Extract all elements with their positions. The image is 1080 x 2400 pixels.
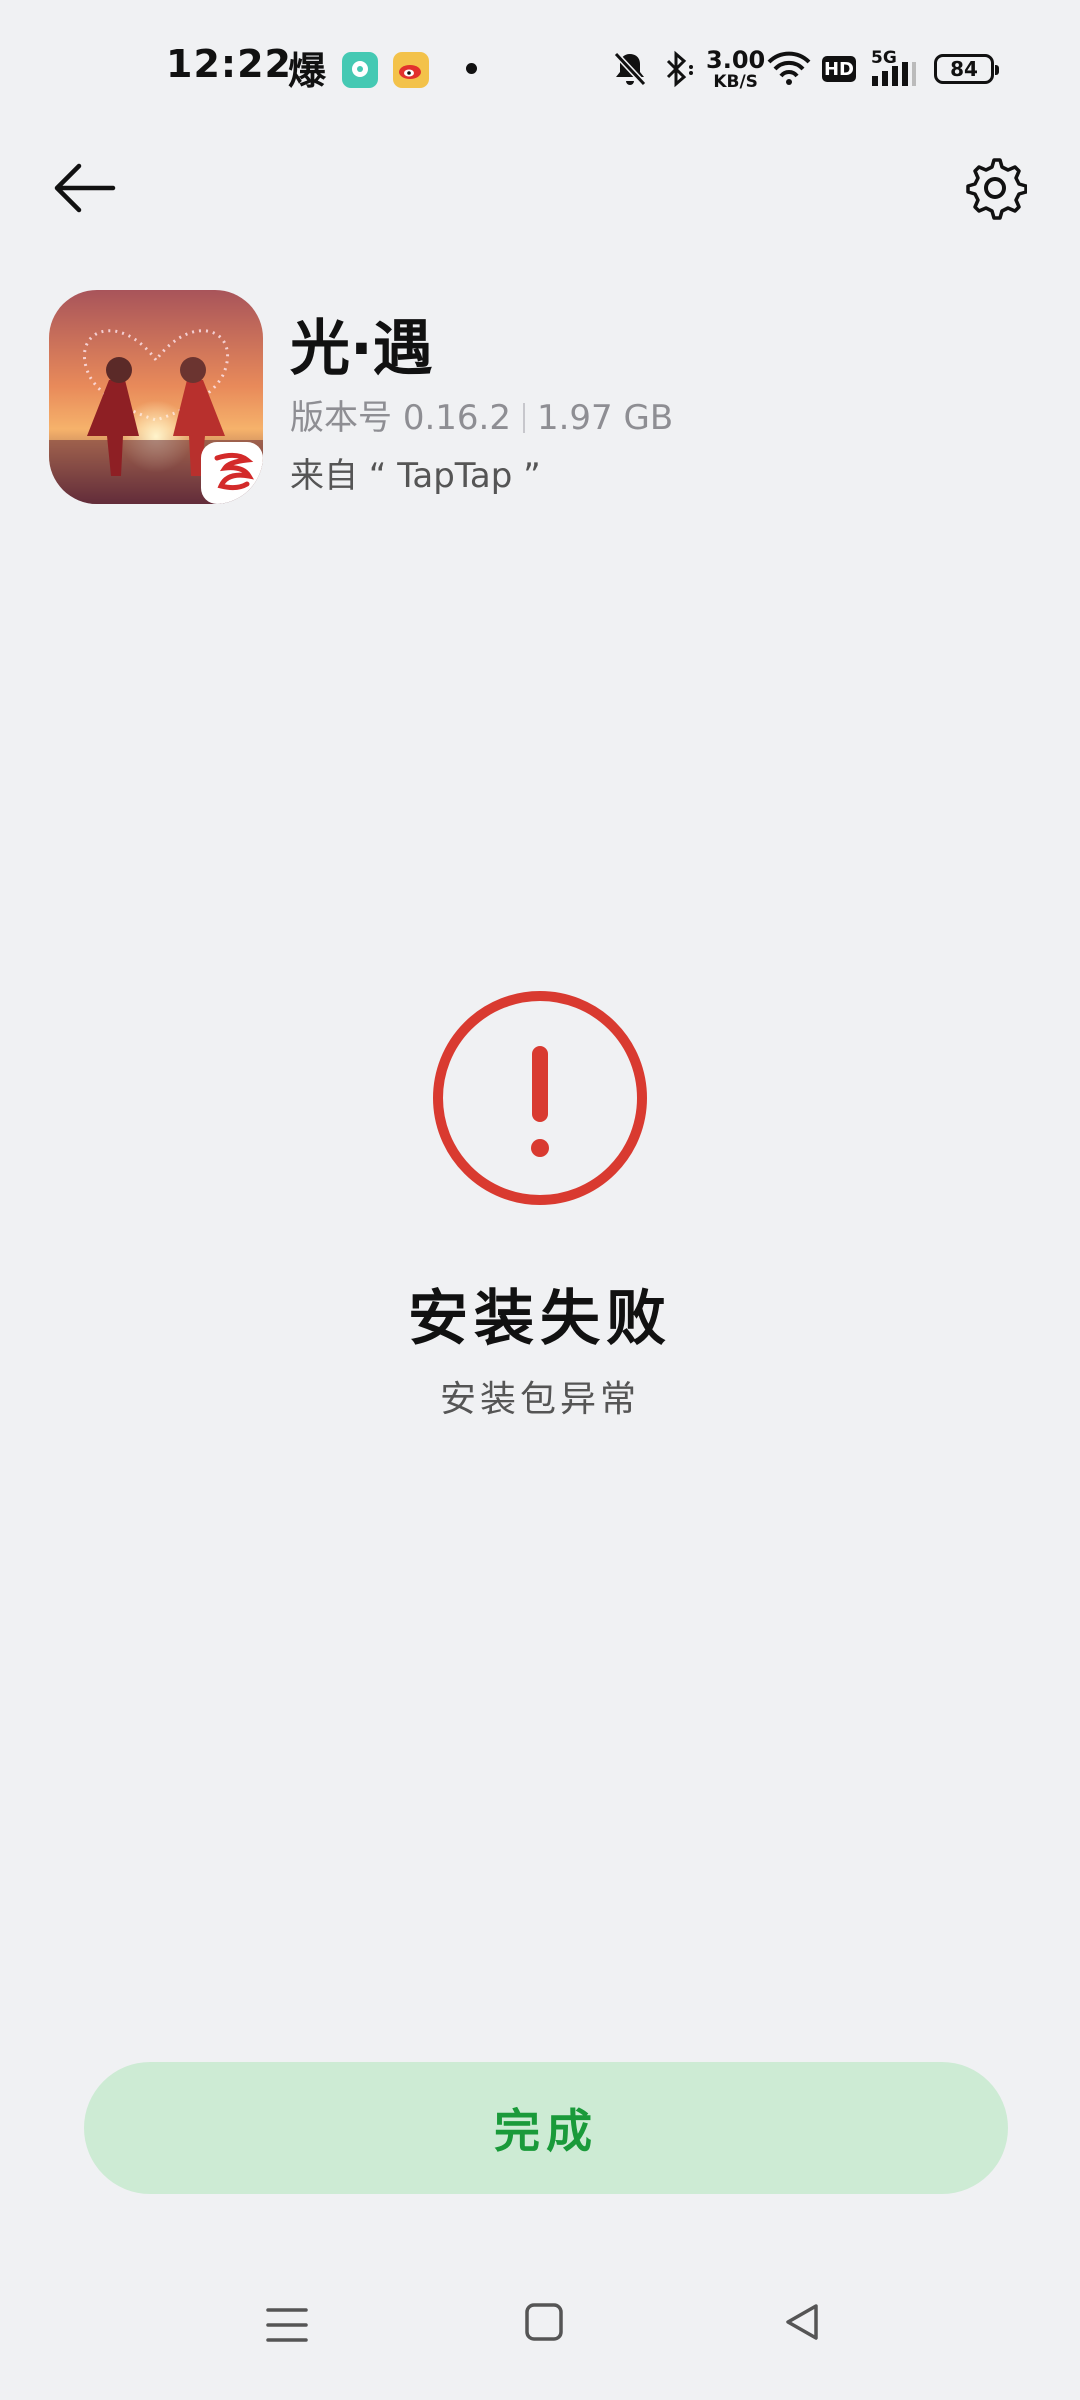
done-button-label: 完成 [494, 2104, 598, 2158]
done-button[interactable]: 完成 [84, 2062, 1008, 2194]
home-square-icon[interactable] [524, 2302, 564, 2342]
mute-bell-icon [613, 51, 647, 87]
back-button[interactable] [44, 148, 124, 228]
recent-apps-menu-icon[interactable] [260, 2300, 314, 2350]
hd-volte-badge: HD [822, 56, 856, 82]
signal-icon [872, 62, 916, 86]
error-exclamation-icon [433, 991, 647, 1205]
status-bar: 12:22 爆 3.00 KB/S HD 5G 84 [0, 0, 1080, 130]
gear-icon [966, 158, 1027, 220]
network-speed: 3.00 KB/S [706, 46, 766, 92]
meta-divider [522, 403, 525, 433]
arrow-left-icon [54, 163, 116, 213]
bluetooth-icon [666, 50, 693, 88]
more-notifications-dot [466, 63, 477, 74]
back-triangle-icon[interactable] [780, 2300, 824, 2344]
status-time: 12:22 [166, 42, 292, 86]
app-source: 来自 “ TapTap ” [290, 456, 541, 496]
app-name: 光·遇 [290, 314, 433, 384]
install-failed-reason: 安装包异常 [439, 1379, 640, 1420]
app-icon [49, 290, 263, 504]
install-result-screen: 12:22 爆 3.00 KB/S HD 5G 84 光·遇 版本号 0.16.… [0, 0, 1080, 2400]
chat-app-notification-icon [342, 52, 378, 88]
install-failed-title: 安装失败 [408, 1284, 672, 1354]
battery-indicator: 84 [934, 54, 999, 84]
notification-text-icon: 爆 [288, 49, 327, 93]
version-label: 版本号 [290, 398, 392, 438]
weibo-notification-icon [393, 52, 429, 88]
wifi-icon [767, 51, 811, 85]
app-size: 1.97 GB [536, 398, 674, 438]
version-number: 0.16.2 [402, 398, 511, 438]
settings-button[interactable] [952, 148, 1038, 228]
app-version-size: 版本号 0.16.2 1.97 GB [290, 390, 673, 439]
